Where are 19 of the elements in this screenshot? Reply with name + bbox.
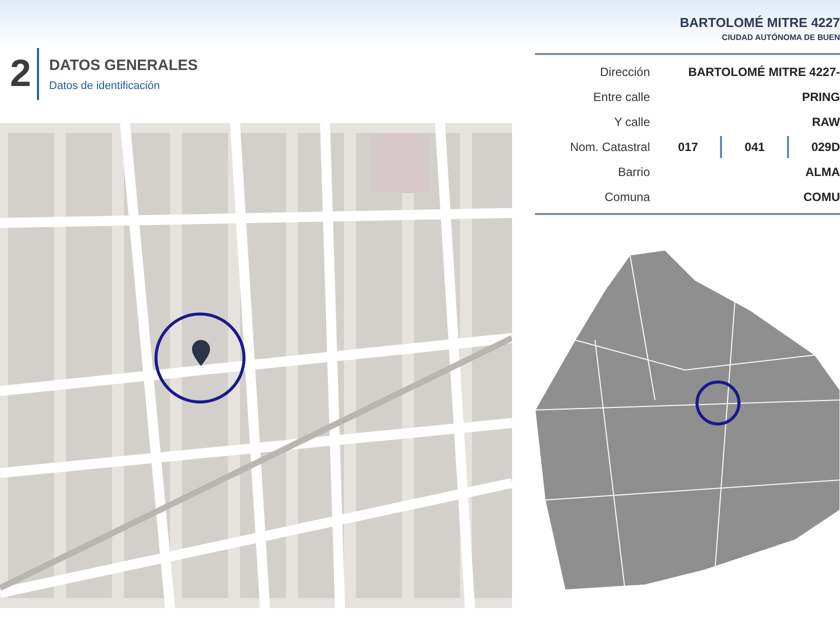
section-subtitle: Datos de identificación [49, 80, 161, 92]
field-value: ALMA [805, 164, 840, 178]
field-label: Barrio [616, 164, 650, 178]
field-label: Y calle [613, 114, 650, 128]
section-number: 2 [10, 52, 32, 96]
field-label: Entre calle [592, 90, 650, 104]
field-value: 041 [744, 140, 765, 154]
field-value: COMU [803, 190, 840, 204]
field-label: Dirección [598, 64, 650, 78]
header-subtitle: CIUDAD AUTÓNOMA DE BUEN [722, 33, 840, 42]
header-title: BARTOLOMÉ MITRE 4227 [680, 15, 840, 30]
field-value: 017 [678, 140, 698, 154]
field-label: Nom. Catastral [568, 140, 650, 154]
field-value: BARTOLOMÉ MITRE 4227- [688, 64, 840, 78]
field-value: RAW [812, 114, 840, 128]
field-value: 029D [811, 140, 840, 154]
section-title: DATOS GENERALES [49, 56, 198, 74]
field-label: Comuna [604, 190, 650, 204]
field-value: PRING [802, 90, 840, 104]
